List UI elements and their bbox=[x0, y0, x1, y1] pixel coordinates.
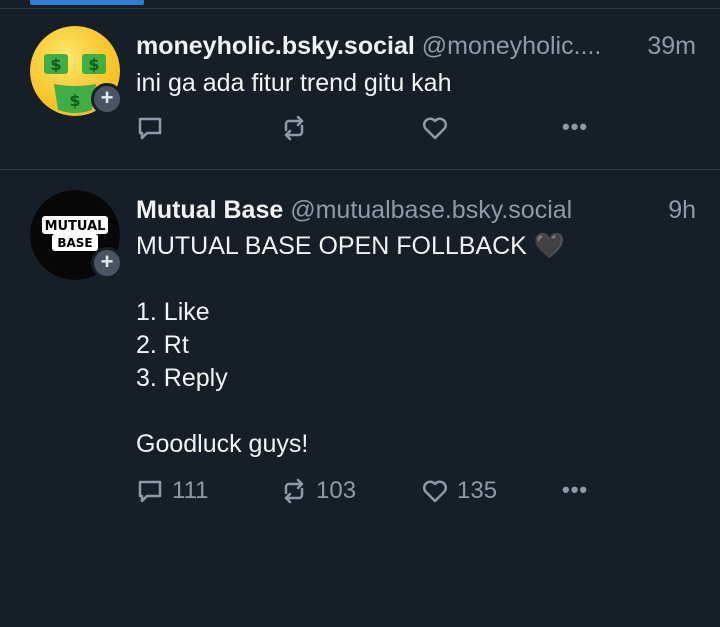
post-text: MUTUAL BASE OPEN FOLLBACK 🖤 1. Like 2. R… bbox=[136, 232, 565, 458]
active-tab-indicator bbox=[30, 0, 144, 5]
like-button[interactable] bbox=[421, 114, 457, 142]
post-item[interactable]: MUTUAL BASE + Mutual Base @mutualbase.bs… bbox=[0, 170, 720, 530]
svg-text:$: $ bbox=[88, 55, 99, 74]
post-text: ini ga ada fitur trend gitu kah bbox=[136, 69, 452, 97]
more-options-icon[interactable]: ••• bbox=[562, 477, 588, 503]
post-header: Mutual Base @mutualbase.bsky.social 9h bbox=[136, 196, 696, 226]
avatar-label-line2: BASE bbox=[57, 236, 92, 250]
svg-text:$: $ bbox=[50, 55, 61, 74]
timestamp[interactable]: 39m bbox=[647, 32, 696, 61]
heart-icon bbox=[422, 480, 448, 503]
svg-text:$: $ bbox=[69, 91, 80, 110]
reply-icon bbox=[138, 480, 162, 503]
reply-button[interactable]: 111 bbox=[136, 477, 208, 505]
post-actions: 111 103 135 ••• bbox=[136, 477, 606, 511]
heart-icon bbox=[422, 117, 448, 140]
repost-icon bbox=[284, 115, 304, 141]
post-header: moneyholic.bsky.social @moneyholic.... 3… bbox=[136, 32, 696, 62]
repost-icon bbox=[284, 478, 304, 504]
handle[interactable]: @moneyholic.... bbox=[422, 32, 602, 60]
avatar[interactable]: MUTUAL BASE + bbox=[30, 190, 123, 280]
like-button[interactable]: 135 bbox=[421, 477, 497, 505]
handle[interactable]: @mutualbase.bsky.social bbox=[290, 196, 572, 224]
avatar-label-line1: MUTUAL bbox=[45, 219, 106, 234]
timestamp[interactable]: 9h bbox=[668, 196, 696, 225]
reply-icon bbox=[138, 117, 162, 140]
avatar[interactable]: $ $ $ + bbox=[30, 26, 123, 116]
post-item[interactable]: $ $ $ + moneyholic.bsky.social @moneyhol… bbox=[0, 9, 720, 169]
reply-button[interactable] bbox=[136, 114, 172, 142]
repost-count: 103 bbox=[316, 477, 357, 504]
repost-button[interactable] bbox=[280, 114, 316, 142]
follow-badge[interactable]: + bbox=[91, 83, 123, 115]
reply-count: 111 bbox=[172, 477, 209, 504]
follow-badge[interactable]: + bbox=[91, 247, 123, 279]
post-actions: ••• bbox=[136, 114, 606, 148]
display-name[interactable]: Mutual Base bbox=[136, 196, 283, 224]
more-options-icon[interactable]: ••• bbox=[562, 114, 588, 140]
display-name[interactable]: moneyholic.bsky.social bbox=[136, 32, 415, 60]
repost-button[interactable]: 103 bbox=[280, 477, 356, 505]
like-count: 135 bbox=[457, 477, 498, 504]
